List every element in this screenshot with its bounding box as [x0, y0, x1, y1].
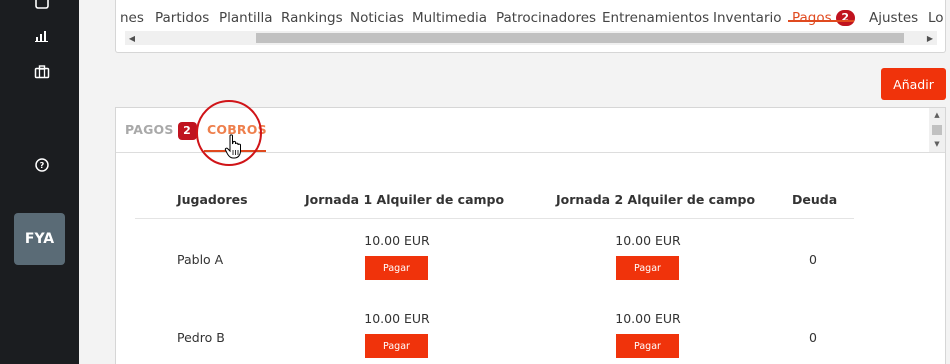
table-header-divider: [135, 218, 854, 219]
tab-multimedia[interactable]: Multimedia: [412, 8, 487, 30]
subtab-pagos[interactable]: PAGOS 2: [125, 122, 197, 140]
tab-partial-right[interactable]: Lo: [928, 8, 944, 30]
svg-text:?: ?: [40, 161, 45, 170]
tab-partidos[interactable]: Partidos: [155, 8, 209, 30]
jornada-2-amount: 10.00 EUR: [615, 233, 681, 248]
jornada-2-amount: 10.00 EUR: [615, 311, 681, 326]
subtab-pagos-badge: 2: [177, 122, 197, 140]
tab-pagos[interactable]: Pagos 2: [792, 8, 855, 30]
column-header-jugadores: Jugadores: [177, 192, 248, 207]
tab-entrenamientos[interactable]: Entrenamientos: [602, 8, 709, 30]
pay-button[interactable]: Pagar: [616, 334, 679, 358]
document-icon[interactable]: [33, 0, 51, 10]
debt-value: 0: [809, 252, 817, 267]
panel-vertical-scrollbar[interactable]: ▲ ▼: [929, 108, 945, 152]
add-button[interactable]: Añadir: [881, 68, 946, 100]
section-tabs-bar: nes Partidos Plantilla Rankings Noticias…: [115, 0, 946, 53]
jornada-1-amount: 10.00 EUR: [364, 233, 430, 248]
scroll-up-arrow-icon[interactable]: ▲: [929, 109, 945, 121]
tabs-horizontal-scrollbar[interactable]: ◀ ▶: [125, 31, 937, 45]
help-icon[interactable]: ?: [33, 156, 51, 174]
tab-ajustes[interactable]: Ajustes: [869, 8, 918, 30]
payments-panel: PAGOS 2 COBROS ▲ ▼ Jugadores Jornada 1 Al…: [115, 100, 946, 364]
tab-partial-left[interactable]: nes: [120, 8, 144, 30]
scroll-down-arrow-icon[interactable]: ▼: [929, 138, 945, 150]
payment-subtabs: PAGOS 2 COBROS: [116, 100, 945, 166]
column-header-deuda: Deuda: [792, 192, 838, 207]
sidebar: ? FYA: [0, 0, 79, 364]
subtab-pagos-label: PAGOS: [125, 122, 174, 137]
team-badge[interactable]: FYA: [14, 213, 65, 265]
tab-plantilla[interactable]: Plantilla: [219, 8, 273, 30]
vertical-scrollbar-thumb[interactable]: [932, 125, 942, 135]
tab-pagos-badge: 2: [835, 10, 855, 26]
tab-rankings[interactable]: Rankings: [281, 8, 343, 30]
scroll-left-arrow-icon[interactable]: ◀: [125, 31, 139, 45]
player-name: Pablo A: [177, 252, 224, 267]
briefcase-icon[interactable]: [33, 63, 51, 81]
active-tab-underline: [788, 20, 854, 22]
scroll-right-arrow-icon[interactable]: ▶: [923, 31, 937, 45]
pay-button[interactable]: Pagar: [365, 256, 428, 280]
player-name: Pedro B: [177, 330, 225, 345]
column-header-jornada-1: Jornada 1 Alquiler de campo: [305, 192, 505, 207]
tab-patrocinadores[interactable]: Patrocinadores: [496, 8, 596, 30]
column-header-jornada-2: Jornada 2 Alquiler de campo: [556, 192, 756, 207]
tab-noticias[interactable]: Noticias: [350, 8, 404, 30]
bar-chart-icon[interactable]: [33, 26, 51, 44]
jornada-1-amount: 10.00 EUR: [364, 311, 430, 326]
hand-cursor-icon: [224, 134, 241, 159]
tab-pagos-label: Pagos: [792, 10, 832, 26]
tab-inventario[interactable]: Inventario: [713, 8, 782, 30]
scrollbar-thumb[interactable]: [256, 33, 904, 43]
pay-button[interactable]: Pagar: [616, 256, 679, 280]
debt-value: 0: [809, 330, 817, 345]
pay-button[interactable]: Pagar: [365, 334, 428, 358]
